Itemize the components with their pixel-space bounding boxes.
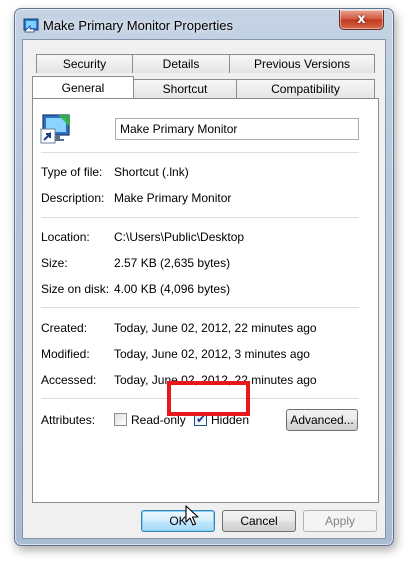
shortcut-app-icon <box>23 18 39 33</box>
attributes-label: Attributes: <box>41 413 96 427</box>
size-on-disk-label: Size on disk: <box>41 282 110 296</box>
location-value: C:\Users\Public\Desktop <box>114 230 245 244</box>
tab-label: Security <box>62 57 107 71</box>
size-on-disk-value: 4.00 KB (4,096 bytes) <box>114 282 231 296</box>
tab-label: General <box>61 80 105 95</box>
properties-window: Make Primary Monitor Properties x Securi… <box>14 8 394 546</box>
tab-label: Previous Versions <box>253 57 351 71</box>
close-button[interactable]: x <box>339 10 384 30</box>
tab-shortcut[interactable]: Shortcut <box>133 79 237 98</box>
separator <box>41 217 359 218</box>
created-value: Today, June 02, 2012, 22 minutes ago <box>114 321 317 335</box>
apply-button[interactable]: Apply <box>303 510 377 532</box>
tab-previous-versions[interactable]: Previous Versions <box>229 54 375 73</box>
tab-security[interactable]: Security <box>36 54 133 73</box>
shortcut-file-icon <box>40 114 70 144</box>
cancel-button[interactable]: Cancel <box>222 510 296 532</box>
file-name-value: Make Primary Monitor <box>120 122 238 136</box>
window-title: Make Primary Monitor Properties <box>43 18 233 33</box>
mouse-cursor-icon <box>185 505 199 526</box>
readonly-checkbox[interactable] <box>114 413 127 426</box>
tab-label: Details <box>162 57 200 71</box>
separator <box>41 152 359 153</box>
file-name-field[interactable]: Make Primary Monitor <box>115 118 359 140</box>
tab-details[interactable]: Details <box>132 54 230 73</box>
title-bar[interactable]: Make Primary Monitor Properties x <box>15 9 393 39</box>
hidden-attribute-highlight <box>167 381 250 416</box>
ok-button[interactable]: OK <box>141 510 215 532</box>
created-label: Created: <box>41 321 88 335</box>
type-label: Type of file: <box>41 165 103 179</box>
tab-compatibility[interactable]: Compatibility <box>236 79 375 98</box>
tab-general[interactable]: General <box>32 76 134 98</box>
size-label: Size: <box>41 256 68 270</box>
apply-button-label: Apply <box>324 514 356 528</box>
cancel-button-label: Cancel <box>240 514 278 528</box>
modified-value: Today, June 02, 2012, 3 minutes ago <box>114 347 310 361</box>
type-value: Shortcut (.lnk) <box>114 165 189 179</box>
size-value: 2.57 KB (2,635 bytes) <box>114 256 231 270</box>
advanced-button[interactable]: Advanced... <box>286 409 358 431</box>
dialog-client-area: Security Details Previous Versions Gener… <box>22 39 386 539</box>
general-tab-panel: Make Primary Monitor Type of file: Short… <box>32 98 379 503</box>
accessed-label: Accessed: <box>41 373 97 387</box>
separator <box>41 307 359 308</box>
advanced-button-label: Advanced... <box>290 413 354 427</box>
tab-label: Shortcut <box>162 82 208 96</box>
description-label: Description: <box>41 191 105 205</box>
modified-label: Modified: <box>41 347 90 361</box>
tab-label: Compatibility <box>271 82 340 96</box>
close-icon: x <box>357 12 366 27</box>
location-label: Location: <box>41 230 90 244</box>
description-value: Make Primary Monitor <box>114 191 232 205</box>
